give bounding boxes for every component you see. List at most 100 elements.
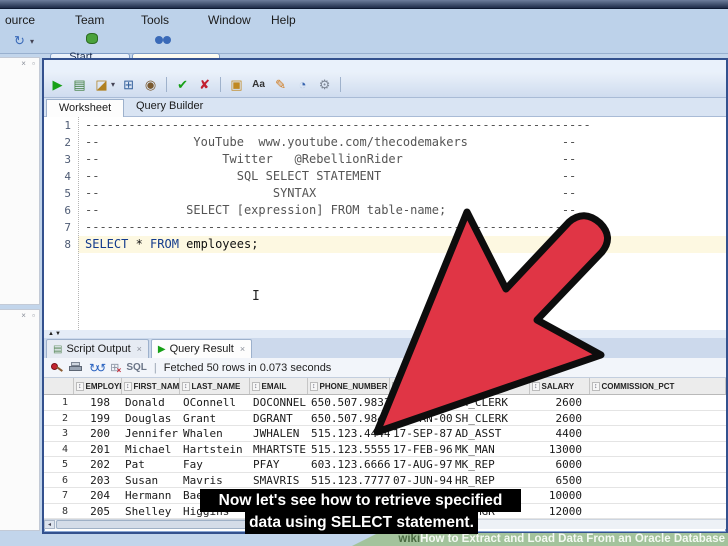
navigate-back-icon[interactable]: ↻ [14,33,25,49]
left-reports-panel[interactable]: × ▫ [0,309,40,531]
last-name-cell[interactable]: Fay [180,457,250,472]
column-header-first-name[interactable]: ↕ FIRST_NAME [122,378,180,394]
first-name-cell[interactable]: Hermann [122,488,180,503]
column-header-hire-date[interactable]: ↕ HIRE_DATE [390,378,452,394]
menu-source[interactable]: ource [2,12,38,28]
sql-tuning-icon[interactable]: ◉ [142,76,159,93]
first-name-cell[interactable]: Susan [122,473,180,488]
hire-date-cell[interactable]: 07-JUN-94 [390,473,452,488]
print-icon[interactable] [69,362,82,373]
phone-cell[interactable]: 515.123.7777 [308,473,390,488]
rollback-icon[interactable]: ✘ [196,76,213,93]
salary-cell[interactable]: 6000 [530,457,590,472]
salary-cell[interactable]: 12000 [530,504,590,519]
tab-script-output[interactable]: ▤ Script Output × [46,339,149,358]
column-header-salary[interactable]: ↕ SALARY [530,378,590,394]
panel-splitter[interactable]: ▲▼ [44,330,726,338]
panel-close-icon[interactable]: × ▫ [21,311,37,320]
email-cell[interactable]: MHARTSTE [250,442,308,457]
sql-editor[interactable]: 1 --------------------------------------… [44,117,726,330]
hire-date-cell[interactable]: 17-AUG-97 [390,457,452,472]
job-id-cell[interactable]: MK_REP [452,457,530,472]
employee-id-cell[interactable]: 201 [74,442,122,457]
job-id-cell[interactable]: AD_ASST [452,426,530,441]
run-statement-icon[interactable]: ▶ [49,76,66,93]
clear-worksheet-icon[interactable]: ✎ [272,76,289,93]
refresh-icon[interactable]: ↻↺ [89,361,106,375]
phone-cell[interactable]: 650.507.9844 [308,411,390,426]
salary-cell[interactable]: 2600 [530,395,590,410]
salary-cell[interactable]: 4400 [530,426,590,441]
email-cell[interactable]: PFAY [250,457,308,472]
table-row[interactable]: 5 202 Pat Fay PFAY 603.123.6666 17-AUG-9… [44,457,726,473]
first-name-cell[interactable]: Jennifer [122,426,180,441]
email-cell[interactable]: DGRANT [250,411,308,426]
table-row[interactable]: 6 203 Susan Mavris SMAVRIS 515.123.7777 … [44,472,726,488]
email-cell[interactable]: DOCONNEL [250,395,308,410]
first-name-cell[interactable]: Michael [122,442,180,457]
employee-id-cell[interactable]: 205 [74,504,122,519]
menu-team[interactable]: Team [72,12,107,28]
last-name-cell[interactable]: Mavris [180,473,250,488]
autotrace-icon[interactable]: ◪ [93,76,110,93]
last-name-cell[interactable]: Grant [180,411,250,426]
commission-cell[interactable] [590,395,726,410]
close-icon[interactable]: × [137,344,142,354]
job-id-cell[interactable]: SH_CLERK [452,395,530,410]
employee-id-cell[interactable]: 203 [74,473,122,488]
hire-date-cell[interactable]: 17-SEP-87 [390,426,452,441]
salary-cell[interactable]: 13000 [530,442,590,457]
table-row[interactable]: 2 199 Douglas Grant DGRANT 650.507.9844 … [44,410,726,426]
commission-cell[interactable] [590,426,726,441]
last-name-cell[interactable]: Whalen [180,426,250,441]
commission-cell[interactable] [590,411,726,426]
column-header-last-name[interactable]: ↕ LAST_NAME [180,378,250,394]
job-id-cell[interactable]: HR_REP [452,473,530,488]
window-titlebar[interactable] [0,0,728,9]
job-id-cell[interactable]: MK_MAN [452,442,530,457]
phone-cell[interactable]: 650.507.9833 [308,395,390,410]
commission-cell[interactable] [590,488,726,503]
tab-query-result[interactable]: ▶ Query Result × [150,339,253,358]
menu-tools[interactable]: Tools [138,12,172,28]
commission-cell[interactable] [590,457,726,472]
commission-cell[interactable] [590,442,726,457]
first-name-cell[interactable]: Douglas [122,411,180,426]
column-header-employee-id[interactable]: ↕EMPLOYEE_ID [74,378,122,394]
tab-query-builder[interactable]: Query Builder [136,100,203,112]
hire-date-cell[interactable]: 17-FEB-96 [390,442,452,457]
table-row[interactable]: 3 200 Jennifer Whalen JWHALEN 515.123.44… [44,426,726,442]
table-row[interactable]: 1 198 Donald OConnell DOCONNEL 650.507.9… [44,395,726,411]
connections-icon[interactable] [86,33,98,44]
employee-id-cell[interactable]: 202 [74,457,122,472]
settings-gear-icon[interactable]: ⚙ [316,76,333,93]
salary-cell[interactable]: 2600 [530,411,590,426]
column-header-email[interactable]: ↕ EMAIL [250,378,308,394]
change-case-icon[interactable]: Aa [250,76,267,93]
hire-date-cell[interactable]: 21-JUN-99 [390,395,452,410]
commission-cell[interactable] [590,473,726,488]
commit-icon[interactable]: ✔ [174,76,191,93]
menu-help[interactable]: Help [268,12,299,28]
close-icon[interactable]: × [240,344,245,354]
explain-plan-icon[interactable]: ⊞ [120,76,137,93]
column-header-commission-pct[interactable]: ↕ COMMISSION_PCT [590,378,726,394]
clear-results-icon[interactable]: ⊞ × [110,361,121,375]
last-name-cell[interactable]: Hartstein [180,442,250,457]
pin-icon[interactable] [50,362,63,374]
scroll-left-icon[interactable]: ◂ [44,520,55,529]
employee-id-cell[interactable]: 204 [74,488,122,503]
salary-cell[interactable]: 6500 [530,473,590,488]
first-name-cell[interactable]: Shelley [122,504,180,519]
employee-id-cell[interactable]: 198 [74,395,122,410]
phone-cell[interactable]: 515.123.4444 [308,426,390,441]
column-header-phone-number[interactable]: ↕ PHONE_NUMBER [308,378,390,394]
email-cell[interactable]: JWHALEN [250,426,308,441]
tab-worksheet[interactable]: Worksheet [46,99,124,117]
autotrace-dropdown-icon[interactable]: ▾ [111,80,115,89]
first-name-cell[interactable]: Pat [122,457,180,472]
find-binoculars-icon[interactable] [155,36,163,44]
panel-close-icon[interactable]: × ▫ [21,59,37,68]
left-navigator-panel[interactable]: × ▫ [0,57,40,305]
email-cell[interactable]: SMAVRIS [250,473,308,488]
